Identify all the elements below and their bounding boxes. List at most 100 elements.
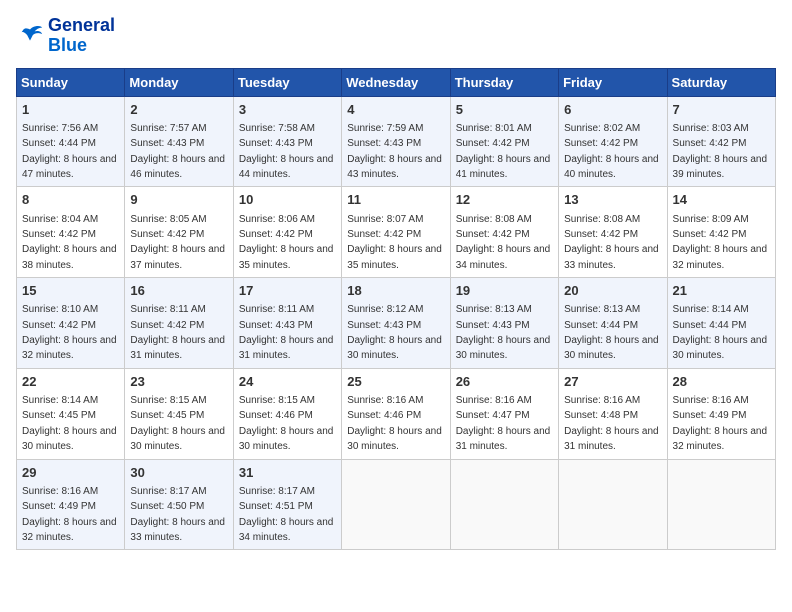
calendar-cell: 13 Sunrise: 8:08 AMSunset: 4:42 PMDayligh… [559,187,667,278]
day-info: Sunrise: 8:17 AMSunset: 4:50 PMDaylight:… [130,486,225,543]
calendar-cell: 4Sunrise: 7:59 AMSunset: 4:43 PMDaylight… [342,96,450,187]
day-number: 12 [456,191,553,209]
day-number: 26 [456,373,553,391]
day-number: 10 [239,191,336,209]
day-number: 31 [239,464,336,482]
header-sunday: Sunday [17,68,125,96]
day-number: 8 [22,191,119,209]
calendar-cell: 2 Sunrise: 7:57 AMSunset: 4:43 PMDaylight… [125,96,233,187]
week-row-1: 1Sunrise: 7:56 AMSunset: 4:44 PMDaylight… [17,96,776,187]
day-info: Sunrise: 8:10 AMSunset: 4:42 PMDaylight:… [22,304,117,361]
calendar-cell: 18 Sunrise: 8:12 AMSunset: 4:43 PMDayligh… [342,278,450,369]
header-tuesday: Tuesday [233,68,341,96]
calendar-table: SundayMondayTuesdayWednesdayThursdayFrid… [16,68,776,551]
calendar-cell: 22 Sunrise: 8:14 AMSunset: 4:45 PMDayligh… [17,368,125,459]
day-info: Sunrise: 8:15 AMSunset: 4:46 PMDaylight:… [239,395,334,452]
day-number: 17 [239,282,336,300]
week-row-4: 22 Sunrise: 8:14 AMSunset: 4:45 PMDayligh… [17,368,776,459]
day-info: Sunrise: 8:17 AMSunset: 4:51 PMDaylight:… [239,486,334,543]
calendar-cell [450,459,558,550]
day-number: 28 [673,373,770,391]
calendar-cell: 20 Sunrise: 8:13 AMSunset: 4:44 PMDayligh… [559,278,667,369]
calendar-cell: 28 Sunrise: 8:16 AMSunset: 4:49 PMDayligh… [667,368,775,459]
calendar-cell: 17 Sunrise: 8:11 AMSunset: 4:43 PMDayligh… [233,278,341,369]
day-info: Sunrise: 8:12 AMSunset: 4:43 PMDaylight:… [347,304,442,361]
day-info: Sunrise: 8:13 AMSunset: 4:43 PMDaylight:… [456,304,551,361]
calendar-cell: 24 Sunrise: 8:15 AMSunset: 4:46 PMDayligh… [233,368,341,459]
calendar-cell: 11Sunrise: 8:07 AMSunset: 4:42 PMDayligh… [342,187,450,278]
calendar-cell: 27 Sunrise: 8:16 AMSunset: 4:48 PMDayligh… [559,368,667,459]
day-number: 13 [564,191,661,209]
calendar-body: 1Sunrise: 7:56 AMSunset: 4:44 PMDaylight… [17,96,776,550]
day-info: Sunrise: 8:13 AMSunset: 4:44 PMDaylight:… [564,304,659,361]
calendar-cell: 25 Sunrise: 8:16 AMSunset: 4:46 PMDayligh… [342,368,450,459]
page-header: General Blue [16,16,776,56]
day-number: 14 [673,191,770,209]
day-number: 29 [22,464,119,482]
calendar-header: SundayMondayTuesdayWednesdayThursdayFrid… [17,68,776,96]
calendar-cell [342,459,450,550]
calendar-cell: 16 Sunrise: 8:11 AMSunset: 4:42 PMDayligh… [125,278,233,369]
calendar-cell: 15 Sunrise: 8:10 AMSunset: 4:42 PMDayligh… [17,278,125,369]
calendar-cell: 6 Sunrise: 8:02 AMSunset: 4:42 PMDaylight… [559,96,667,187]
calendar-cell: 30Sunrise: 8:17 AMSunset: 4:50 PMDayligh… [125,459,233,550]
calendar-cell: 21 Sunrise: 8:14 AMSunset: 4:44 PMDayligh… [667,278,775,369]
day-info: Sunrise: 7:56 AMSunset: 4:44 PMDaylight:… [22,123,117,180]
week-row-5: 29Sunrise: 8:16 AMSunset: 4:49 PMDayligh… [17,459,776,550]
calendar-cell: 12Sunrise: 8:08 AMSunset: 4:42 PMDayligh… [450,187,558,278]
day-info: Sunrise: 7:57 AMSunset: 4:43 PMDaylight:… [130,123,225,180]
day-number: 20 [564,282,661,300]
calendar-cell: 29Sunrise: 8:16 AMSunset: 4:49 PMDayligh… [17,459,125,550]
day-info: Sunrise: 8:07 AMSunset: 4:42 PMDaylight:… [347,214,442,271]
day-info: Sunrise: 8:14 AMSunset: 4:44 PMDaylight:… [673,304,768,361]
day-number: 24 [239,373,336,391]
logo-icon [16,22,44,50]
day-number: 25 [347,373,444,391]
day-number: 5 [456,101,553,119]
day-number: 18 [347,282,444,300]
week-row-3: 15 Sunrise: 8:10 AMSunset: 4:42 PMDayligh… [17,278,776,369]
day-info: Sunrise: 8:05 AMSunset: 4:42 PMDaylight:… [130,214,225,271]
day-info: Sunrise: 8:16 AMSunset: 4:46 PMDaylight:… [347,395,442,452]
header-friday: Friday [559,68,667,96]
week-row-2: 8 Sunrise: 8:04 AMSunset: 4:42 PMDaylight… [17,187,776,278]
day-info: Sunrise: 8:16 AMSunset: 4:49 PMDaylight:… [673,395,768,452]
day-info: Sunrise: 8:04 AMSunset: 4:42 PMDaylight:… [22,214,117,271]
day-info: Sunrise: 8:02 AMSunset: 4:42 PMDaylight:… [564,123,659,180]
day-info: Sunrise: 8:15 AMSunset: 4:45 PMDaylight:… [130,395,225,452]
day-number: 21 [673,282,770,300]
day-number: 2 [130,101,227,119]
day-number: 15 [22,282,119,300]
header-wednesday: Wednesday [342,68,450,96]
day-number: 6 [564,101,661,119]
day-number: 19 [456,282,553,300]
day-info: Sunrise: 8:03 AMSunset: 4:42 PMDaylight:… [673,123,768,180]
calendar-cell: 14 Sunrise: 8:09 AMSunset: 4:42 PMDayligh… [667,187,775,278]
day-number: 7 [673,101,770,119]
day-info: Sunrise: 8:16 AMSunset: 4:48 PMDaylight:… [564,395,659,452]
calendar-cell: 9 Sunrise: 8:05 AMSunset: 4:42 PMDaylight… [125,187,233,278]
day-number: 16 [130,282,227,300]
calendar-cell: 31 Sunrise: 8:17 AMSunset: 4:51 PMDayligh… [233,459,341,550]
day-info: Sunrise: 8:14 AMSunset: 4:45 PMDaylight:… [22,395,117,452]
calendar-cell: 26Sunrise: 8:16 AMSunset: 4:47 PMDayligh… [450,368,558,459]
day-info: Sunrise: 7:58 AMSunset: 4:43 PMDaylight:… [239,123,334,180]
day-info: Sunrise: 8:11 AMSunset: 4:43 PMDaylight:… [239,304,334,361]
day-info: Sunrise: 8:09 AMSunset: 4:42 PMDaylight:… [673,214,768,271]
day-number: 23 [130,373,227,391]
calendar-cell: 3 Sunrise: 7:58 AMSunset: 4:43 PMDaylight… [233,96,341,187]
day-number: 3 [239,101,336,119]
calendar-cell: 5 Sunrise: 8:01 AMSunset: 4:42 PMDaylight… [450,96,558,187]
day-number: 22 [22,373,119,391]
calendar-cell: 19 Sunrise: 8:13 AMSunset: 4:43 PMDayligh… [450,278,558,369]
calendar-cell [559,459,667,550]
day-info: Sunrise: 7:59 AMSunset: 4:43 PMDaylight:… [347,123,442,180]
day-number: 27 [564,373,661,391]
day-info: Sunrise: 8:06 AMSunset: 4:42 PMDaylight:… [239,214,334,271]
day-info: Sunrise: 8:08 AMSunset: 4:42 PMDaylight:… [564,214,659,271]
day-info: Sunrise: 8:11 AMSunset: 4:42 PMDaylight:… [130,304,225,361]
calendar-cell: 10 Sunrise: 8:06 AMSunset: 4:42 PMDayligh… [233,187,341,278]
day-number: 9 [130,191,227,209]
day-info: Sunrise: 8:01 AMSunset: 4:42 PMDaylight:… [456,123,551,180]
header-thursday: Thursday [450,68,558,96]
